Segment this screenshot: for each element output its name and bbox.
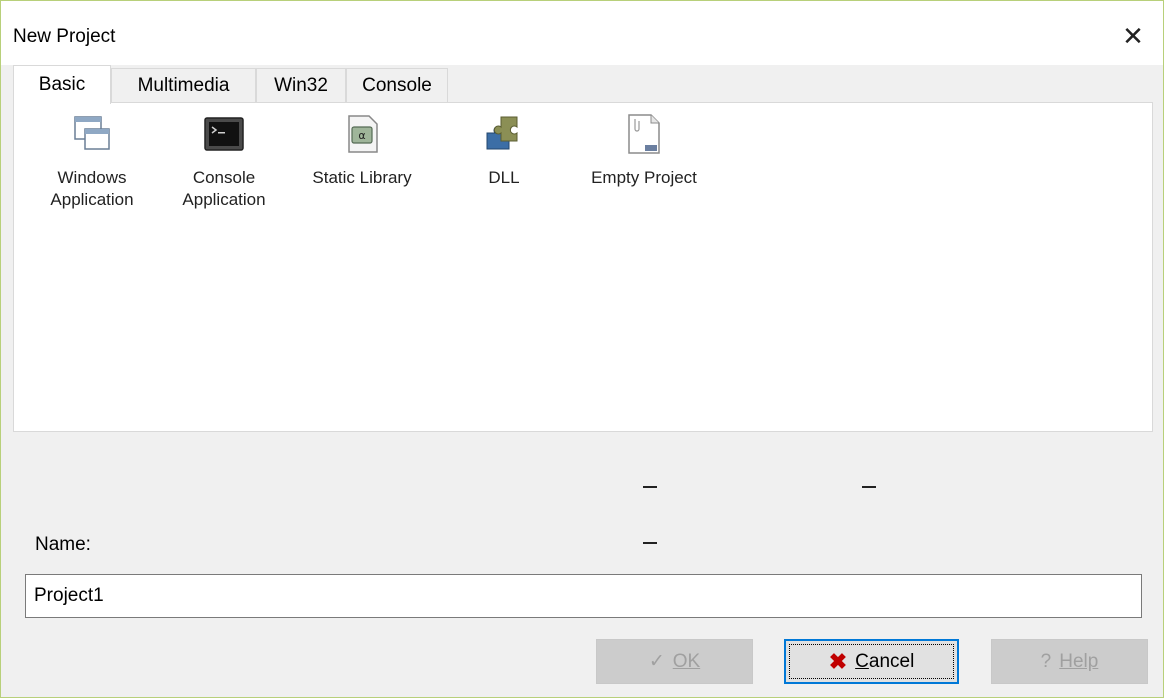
console-app-icon <box>203 113 245 155</box>
tab-bar: Basic Multimedia Win32 Console <box>13 65 1153 104</box>
template-label: Console Application <box>182 168 266 209</box>
dialog-title: New Project <box>13 26 116 47</box>
dll-puzzle-icon <box>483 113 525 155</box>
template-label: Windows Application <box>50 168 134 209</box>
title-bar: New Project ✕ <box>1 1 1163 65</box>
tab-win32[interactable]: Win32 <box>256 68 346 103</box>
tab-basic[interactable]: Basic <box>13 65 111 104</box>
svg-text:α: α <box>358 129 365 142</box>
ok-button[interactable]: ✓ OK <box>596 639 753 684</box>
tab-console[interactable]: Console <box>346 68 448 103</box>
new-project-dialog: New Project ✕ Basic Multimedia Win32 Con… <box>0 0 1164 698</box>
template-list: Windows Application Console Application <box>13 102 1153 432</box>
separator-dash <box>643 486 657 488</box>
help-button-label: Help <box>1059 650 1099 672</box>
close-icon[interactable]: ✕ <box>1113 19 1153 53</box>
template-label: Empty Project <box>591 168 697 187</box>
template-empty-project[interactable]: Empty Project <box>584 113 704 189</box>
template-windows-application[interactable]: Windows Application <box>32 113 152 211</box>
static-library-icon: α <box>341 113 383 155</box>
template-label: DLL <box>488 168 520 187</box>
template-static-library[interactable]: α Static Library <box>302 113 422 189</box>
ok-button-label: OK <box>672 650 701 672</box>
window-app-icon <box>71 113 113 155</box>
project-name-input[interactable] <box>25 574 1142 618</box>
template-console-application[interactable]: Console Application <box>164 113 284 211</box>
cancel-button[interactable]: ✖ Cancel <box>784 639 959 684</box>
tab-multimedia[interactable]: Multimedia <box>111 68 256 103</box>
separator-dash <box>862 486 876 488</box>
empty-project-icon <box>623 113 665 155</box>
name-label: Name: <box>35 534 91 555</box>
help-button[interactable]: ? Help <box>991 639 1148 684</box>
template-dll[interactable]: DLL <box>444 113 564 189</box>
template-label: Static Library <box>312 168 412 187</box>
separator-dash <box>643 542 657 544</box>
checkmark-icon: ✓ <box>648 651 665 672</box>
question-icon: ? <box>1040 650 1052 672</box>
focus-rect <box>789 644 954 679</box>
